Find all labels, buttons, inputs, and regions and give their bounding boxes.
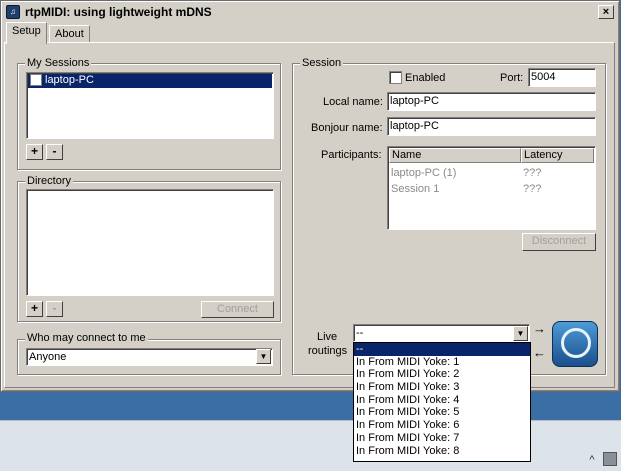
routing-select[interactable]: --	[353, 324, 530, 342]
dropdown-option[interactable]: In From MIDI Yoke: 1	[354, 356, 530, 369]
port-label: Port:	[500, 72, 524, 84]
enabled-checkbox[interactable]	[389, 71, 402, 84]
local-name-field[interactable]: laptop-PC	[387, 92, 596, 111]
directory-list[interactable]	[26, 189, 274, 296]
midi-connector-icon[interactable]	[552, 321, 598, 367]
dropdown-option[interactable]: In From MIDI Yoke: 4	[354, 394, 530, 407]
dropdown-option[interactable]: In From MIDI Yoke: 3	[354, 381, 530, 394]
midi-port-icon	[561, 328, 591, 358]
local-name-label: Local name:	[323, 96, 383, 108]
bonjour-name-label: Bonjour name:	[311, 122, 383, 134]
tab-about[interactable]: About	[49, 25, 90, 42]
column-header-name[interactable]: Name	[389, 148, 521, 163]
remove-directory-button[interactable]: -	[46, 301, 63, 317]
arrow-right-icon: →	[533, 321, 546, 336]
dropdown-option[interactable]: In From MIDI Yoke: 6	[354, 419, 530, 432]
dropdown-option[interactable]: In From MIDI Yoke: 8	[354, 445, 530, 458]
port-field[interactable]: 5004	[528, 68, 596, 87]
participant-latency: ???	[523, 167, 542, 179]
tray-chevron-icon[interactable]: ^	[584, 452, 600, 468]
dropdown-option[interactable]: In From MIDI Yoke: 7	[354, 432, 530, 445]
participants-list[interactable]: Name Latency laptop-PC (1) ??? Session 1…	[387, 146, 596, 230]
close-button[interactable]: ×	[598, 5, 614, 19]
disconnect-button[interactable]: Disconnect	[522, 233, 596, 251]
chevron-down-icon[interactable]: ▼	[256, 349, 271, 364]
session-checkbox[interactable]	[30, 74, 42, 86]
participant-name[interactable]: laptop-PC (1)	[391, 167, 456, 179]
who-may-connect-select[interactable]: Anyone	[26, 348, 273, 366]
column-header-latency[interactable]: Latency	[521, 148, 594, 163]
session-name: laptop-PC	[45, 74, 94, 86]
chevron-down-icon[interactable]: ▼	[513, 326, 528, 341]
live-routings-label-2: routings	[308, 345, 348, 357]
routing-dropdown-list[interactable]: -- In From MIDI Yoke: 1 In From MIDI Yok…	[353, 342, 531, 462]
app-icon: ♫	[6, 5, 20, 19]
window-title: rtpMIDI: using lightweight mDNS	[25, 5, 212, 19]
list-item[interactable]: laptop-PC	[28, 74, 272, 88]
enabled-label: Enabled	[405, 72, 446, 84]
session-label: Session	[300, 57, 344, 69]
bonjour-name-field[interactable]: laptop-PC	[387, 117, 596, 136]
tray-app-icon[interactable]	[603, 452, 617, 466]
participant-name[interactable]: Session 1	[391, 183, 439, 195]
connect-button[interactable]: Connect	[201, 301, 274, 318]
remove-session-button[interactable]: -	[46, 144, 63, 160]
my-sessions-list[interactable]: laptop-PC	[26, 72, 274, 139]
dropdown-option[interactable]: In From MIDI Yoke: 5	[354, 406, 530, 419]
dropdown-option[interactable]: --	[354, 343, 530, 356]
who-may-connect-label: Who may connect to me	[25, 332, 148, 344]
tab-setup[interactable]: Setup	[6, 22, 47, 44]
participants-label: Participants:	[321, 149, 382, 161]
dropdown-option[interactable]: In From MIDI Yoke: 2	[354, 368, 530, 381]
add-directory-button[interactable]: +	[26, 301, 43, 317]
my-sessions-label: My Sessions	[25, 57, 92, 69]
arrow-left-icon: ←	[533, 345, 546, 360]
live-routings-label: Live	[317, 331, 338, 343]
participant-latency: ???	[523, 183, 542, 195]
directory-label: Directory	[25, 175, 74, 187]
add-session-button[interactable]: +	[26, 144, 43, 160]
